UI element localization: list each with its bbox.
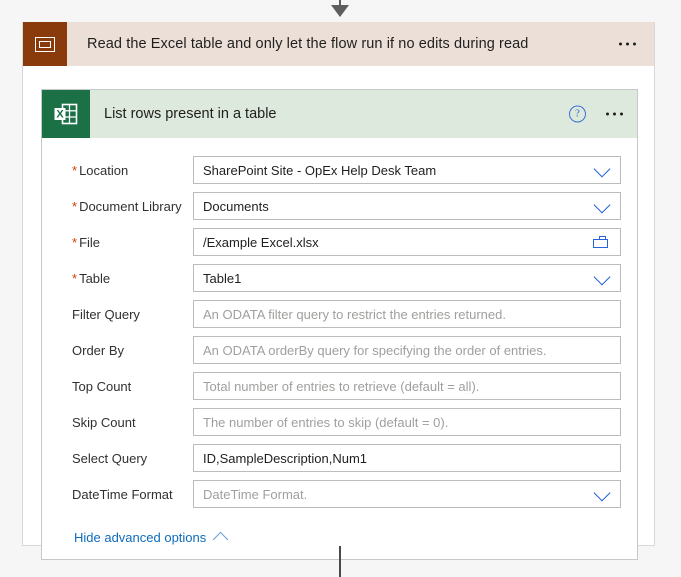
form-row-datetime-format: DateTime Format DateTime Format. [58,476,621,512]
form-row-skip-count: Skip Count The number of entries to skip… [58,404,621,440]
form-row-document-library: * Document Library Documents [58,188,621,224]
action-card-body: * Location SharePoint Site - OpEx Help De… [42,138,637,559]
folder-picker-icon[interactable] [593,236,608,248]
chevron-down-icon [593,484,611,502]
help-icon[interactable]: ? [569,105,586,123]
field-filter-query-placeholder: An ODATA filter query to restrict the en… [203,306,506,322]
scope-container: Read the Excel table and only let the fl… [22,22,655,560]
ellipsis-dot [633,42,636,46]
action-card-ellipsis-menu-button[interactable] [604,107,625,122]
field-document-library-value: Documents [203,198,269,214]
hide-advanced-options-link[interactable]: Hide advanced options [74,530,206,545]
ellipsis-dot [619,42,622,46]
field-select-query-input[interactable]: ID,SampleDescription,Num1 [193,444,621,472]
action-card-list-rows-present-in-a-table: X List rows present in a table ? * Locati… [41,89,638,560]
field-label-skip-count: Skip Count [72,414,136,430]
excel-icon: X [42,90,90,138]
form-row-order-by: Order By An ODATA orderBy query for spec… [58,332,621,368]
field-document-library-dropdown[interactable]: Documents [193,192,621,220]
field-file-input[interactable]: /Example Excel.xlsx [193,228,621,256]
field-datetime-format-dropdown[interactable]: DateTime Format. [193,480,621,508]
ellipsis-dot [620,112,623,116]
chevron-up-icon[interactable] [212,531,229,548]
field-location-dropdown[interactable]: SharePoint Site - OpEx Help Desk Team [193,156,621,184]
field-order-by-placeholder: An ODATA orderBy query for specifying th… [203,342,547,358]
action-card-header-actions: ? [569,105,625,123]
arrow-down-icon [331,5,349,17]
field-top-count-placeholder: Total number of entries to retrieve (def… [203,378,480,394]
form-row-table: * Table Table1 [58,260,621,296]
field-label-location: * Location [72,162,129,178]
form-row-top-count: Top Count Total number of entries to ret… [58,368,621,404]
field-table-dropdown[interactable]: Table1 [193,264,621,292]
field-table-value: Table1 [203,270,242,286]
connector-line-bottom [339,546,341,577]
top-connector [0,0,681,22]
chevron-down-icon [593,268,611,286]
field-label-order-by: Order By [72,342,125,358]
chevron-down-icon [593,196,611,214]
ellipsis-dot [606,112,609,116]
required-asterisk: * [72,270,78,286]
folder-body [593,239,608,248]
scope-glyph-icon [35,36,55,52]
form-row-file: * File /Example Excel.xlsx [58,224,621,260]
form-row-filter-query: Filter Query An ODATA filter query to re… [58,296,621,332]
field-top-count-input[interactable]: Total number of entries to retrieve (def… [193,372,621,400]
field-skip-count-placeholder: The number of entries to skip (default =… [203,414,449,430]
required-asterisk: * [72,198,78,214]
scope-title: Read the Excel table and only let the fl… [87,36,529,52]
form-row-select-query: Select Query ID,SampleDescription,Num1 [58,440,621,476]
scope-ellipsis-menu-button[interactable] [615,37,640,52]
form-row-location: * Location SharePoint Site - OpEx Help De… [58,152,621,188]
field-select-query-value: ID,SampleDescription,Num1 [203,450,368,466]
field-file-value: /Example Excel.xlsx [203,234,319,250]
field-label-select-query: Select Query [72,450,148,466]
ellipsis-dot [626,42,629,46]
field-skip-count-input[interactable]: The number of entries to skip (default =… [193,408,621,436]
field-label-filter-query: Filter Query [72,306,140,322]
field-label-document-library: * Document Library [72,198,182,214]
required-asterisk: * [72,162,78,178]
field-order-by-input[interactable]: An ODATA orderBy query for specifying th… [193,336,621,364]
action-card-header[interactable]: X List rows present in a table ? [42,90,637,138]
field-label-top-count: Top Count [72,378,132,394]
field-datetime-format-placeholder: DateTime Format. [203,486,308,502]
field-label-datetime-format: DateTime Format [72,486,173,502]
field-location-value: SharePoint Site - OpEx Help Desk Team [203,162,437,178]
chevron-down-icon [593,160,611,178]
scope-header[interactable]: Read the Excel table and only let the fl… [23,22,654,66]
field-filter-query-input[interactable]: An ODATA filter query to restrict the en… [193,300,621,328]
action-card-title: List rows present in a table [104,106,277,122]
field-label-table: * Table [72,270,111,286]
ellipsis-dot [613,112,616,116]
svg-text:X: X [56,108,64,120]
required-asterisk: * [72,234,78,250]
field-label-file: * File [72,234,101,250]
scope-icon [23,22,67,66]
